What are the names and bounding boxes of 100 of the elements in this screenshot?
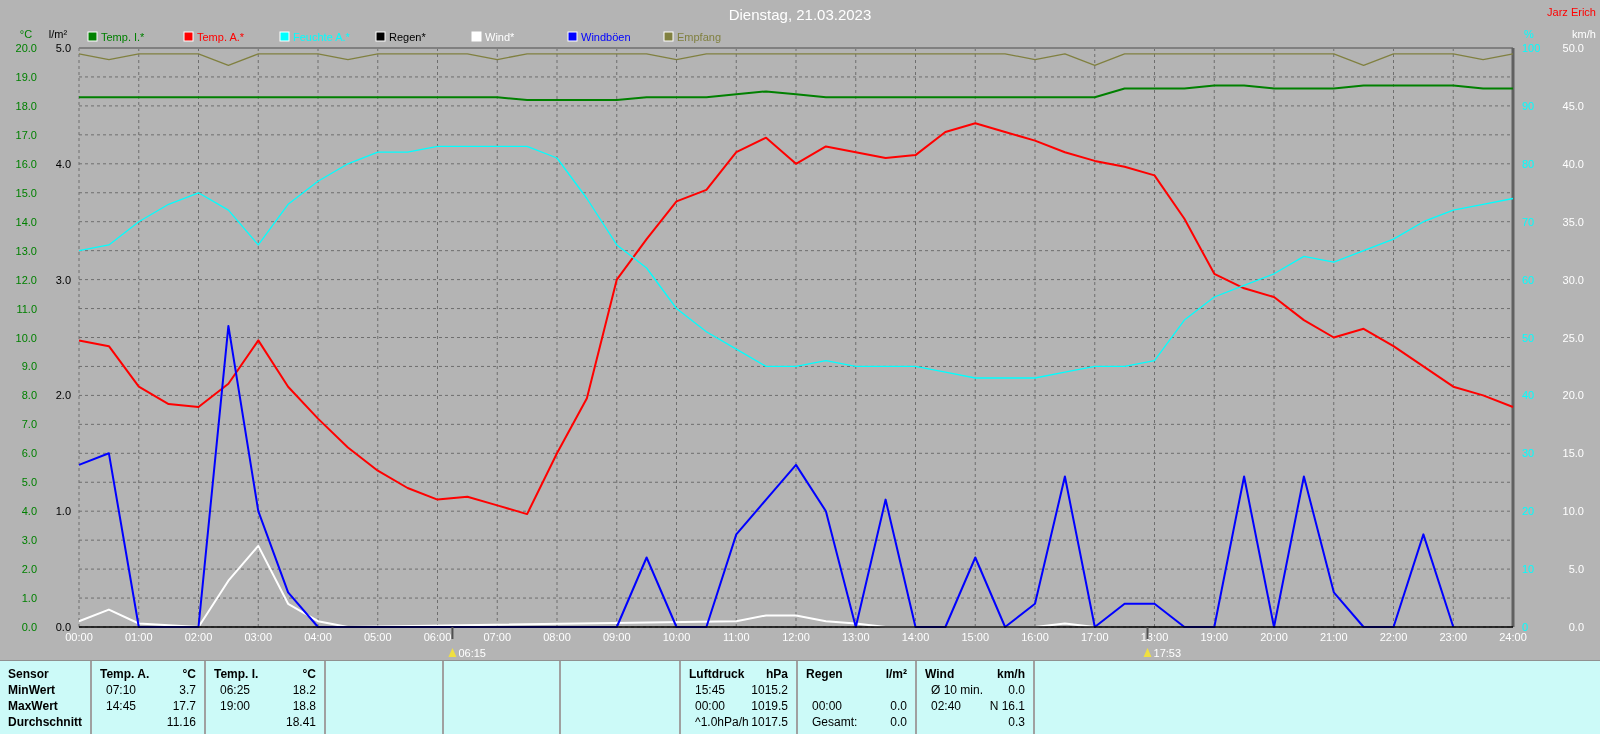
column-header: Wind — [925, 666, 955, 682]
legend-label: Regen* — [389, 31, 426, 43]
axis-tick-label: 40.0 — [1562, 157, 1584, 170]
axis-tick-label: 20.0 — [1562, 389, 1584, 402]
axis-tick-label: 09:00 — [603, 631, 631, 643]
axis-tick-label: 8.0 — [21, 389, 37, 402]
axis-tick-label: 03:00 — [244, 631, 272, 643]
axis-tick-label: 6.0 — [21, 447, 37, 460]
axis-tick-label: 13:00 — [842, 631, 870, 643]
row-label: MinWert — [8, 682, 57, 698]
axis-tick-label: 45.0 — [1562, 99, 1584, 112]
legend-label: Temp. A.* — [197, 31, 245, 43]
axis-tick-label: 90 — [1522, 99, 1535, 112]
table-cell: 18.41 — [285, 714, 316, 730]
axis-tick-label: 15.0 — [1562, 447, 1584, 460]
table-cell: 0.0 — [890, 698, 907, 714]
axis-tick-label: 0 — [1522, 621, 1529, 633]
axis-unit-label: l/m² — [48, 28, 68, 40]
axis-tick-label: 30.0 — [1562, 273, 1584, 286]
axis-tick-label: 17:00 — [1081, 631, 1109, 643]
unit-label: °C — [302, 666, 316, 682]
table-cell: 11.16 — [166, 714, 196, 730]
legend-label: Windböen — [581, 31, 631, 43]
table-cell-text: ^1.0hPa/h — [694, 714, 749, 730]
axis-tick-label: 19.0 — [15, 70, 37, 83]
sun-marker-icon — [1143, 648, 1152, 657]
axis-tick-label: 12:00 — [782, 631, 810, 643]
axis-tick-label: 25.0 — [1562, 331, 1584, 344]
axis-tick-label: 5.0 — [1568, 563, 1584, 576]
table-cell-text: 14:45 — [105, 698, 137, 714]
unit-label: hPa — [766, 666, 788, 682]
axis-tick-label: 9.0 — [21, 360, 37, 373]
table-cell-text: 15:45 — [694, 682, 726, 698]
axis-tick-label: 20 — [1522, 505, 1535, 518]
axis-tick-label: 11:00 — [722, 631, 750, 643]
axis-tick-label: 30 — [1522, 447, 1535, 460]
unit-label: km/h — [997, 666, 1025, 682]
axis-tick-label: 4.0 — [21, 505, 37, 518]
table-cell: 0.0 — [1008, 682, 1025, 698]
axis-tick-label: 5.0 — [21, 476, 37, 489]
table-cell: N 16.1 — [989, 698, 1025, 714]
legend-label: Wind* — [485, 31, 515, 43]
axis-tick-label: 3.0 — [21, 534, 37, 547]
column-header: Temp. I. — [214, 666, 259, 682]
table-cell-text: 00:00 — [811, 698, 843, 714]
axis-tick-label: 04:00 — [304, 631, 332, 643]
axis-tick-label: 5.0 — [55, 42, 71, 54]
sun-marker-icon — [448, 648, 457, 657]
row-label: MaxWert — [8, 698, 59, 714]
axis-tick-label: 0.0 — [1568, 621, 1584, 633]
table-cell: 17.7 — [172, 698, 196, 714]
axis-tick-label: 50 — [1522, 331, 1535, 344]
author-label: Jarz Erich — [1547, 6, 1596, 18]
axis-tick-label: 7.0 — [21, 418, 37, 431]
axis-tick-label: 35.0 — [1562, 215, 1584, 228]
chart-title: Dienstag, 21.03.2023 — [728, 6, 872, 23]
table-cell: 1015.2 — [751, 682, 788, 698]
axis-tick-label: 18:00 — [1140, 631, 1169, 643]
axis-tick-label: 14.0 — [15, 215, 37, 228]
axis-tick-label: 16:00 — [1021, 631, 1049, 643]
axis-tick-label: 11.0 — [16, 302, 37, 315]
axis-tick-label: 16.0 — [15, 157, 37, 170]
axis-unit-label: % — [1524, 28, 1534, 40]
row-label: Durchschnitt — [8, 714, 82, 730]
axis-tick-label: 19:00 — [1200, 631, 1228, 643]
axis-tick-label: 10.0 — [15, 331, 37, 344]
unit-label: °C — [182, 666, 196, 682]
axis-tick-label: 40 — [1522, 389, 1535, 402]
axis-tick-label: 1.0 — [21, 592, 37, 605]
table-cell-text: Ø 10 min. — [930, 682, 984, 698]
axis-tick-label: 22:00 — [1379, 631, 1408, 643]
axis-tick-label: 50.0 — [1562, 42, 1584, 54]
axis-tick-label: 3.0 — [55, 273, 71, 286]
annotation-label: 06:15 — [458, 647, 486, 659]
axis-tick-label: 12.0 — [15, 273, 37, 286]
axis-tick-label: 4.0 — [55, 157, 71, 170]
axis-tick-label: 2.0 — [21, 563, 37, 576]
axis-tick-label: 06:00 — [423, 631, 452, 643]
axis-tick-label: 10.0 — [1562, 505, 1584, 518]
axis-tick-label: 01:00 — [125, 631, 153, 643]
table-cell: 1017.5 — [751, 714, 788, 730]
axis-tick-label: 70 — [1522, 215, 1535, 228]
axis-unit-label: km/h — [1572, 28, 1596, 40]
table-cell: 0.0 — [890, 714, 907, 730]
axis-tick-label: 14:00 — [901, 631, 930, 643]
axis-tick-label: 15:00 — [961, 631, 989, 643]
axis-tick-label: 08:00 — [543, 631, 571, 643]
axis-tick-label: 0.0 — [21, 621, 37, 633]
table-cell: 18.8 — [292, 698, 316, 714]
table-cell-text: 02:40 — [930, 698, 962, 714]
axis-tick-label: 05:00 — [364, 631, 392, 643]
table-cell: 0.3 — [1008, 714, 1025, 730]
column-header: Luftdruck — [689, 666, 745, 682]
table-cell: 18.2 — [292, 682, 316, 698]
axis-tick-label: 1.0 — [55, 505, 71, 518]
unit-label: l/m² — [885, 666, 907, 682]
axis-tick-label: 23:00 — [1439, 631, 1467, 643]
axis-tick-label: 0.0 — [55, 621, 71, 633]
table-cell-text: 19:00 — [219, 698, 251, 714]
axis-tick-label: 10 — [1522, 563, 1535, 576]
